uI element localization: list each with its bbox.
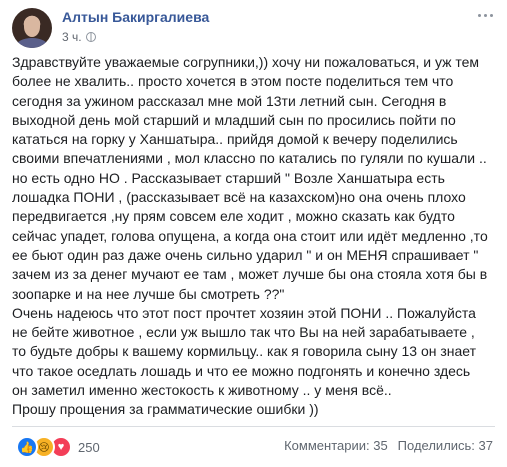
post-text-line: Прошу прощения за грамматические ошибки … [12, 401, 319, 418]
post-text-line: то будьте добры к вашему кормильцу.. как… [12, 343, 477, 360]
post-text-line: ее бьют один раз даже очень сильно удари… [12, 246, 479, 263]
post-text-line: кататься на горку у Ханшатыра.. прийдя д… [12, 131, 458, 148]
post-text: Здравствуйте уважаемые согрупники,)) хоч… [12, 53, 500, 420]
post-time[interactable]: 3 ч. [62, 30, 96, 44]
post-text-line: сейчас упадет, голова опущена, а когда о… [12, 227, 488, 244]
post-text-line: своими впечатлениями , мол классно по ка… [12, 150, 487, 167]
post-text-line: что такое оседлать лошадь и что ее можно… [12, 362, 471, 379]
post-text-line: зоопарке и на нее лучше бы смотреть ??" [12, 285, 285, 302]
globe-icon [85, 32, 96, 42]
post-text-line: более не хвалить.. просто хочется в этом… [12, 73, 454, 90]
post-text-line: передвигается ,ну прям совсем еле ходит … [12, 208, 455, 225]
divider [12, 426, 495, 427]
post-text-line: не бейте животное , если уж вышло так чт… [12, 324, 475, 341]
post-card: Алтын Бакиргалиева 3 ч. Здравствуйте ува… [0, 0, 507, 467]
avatar[interactable] [12, 8, 52, 48]
comments-count-link[interactable]: Комментарии: 35 [284, 438, 388, 453]
more-options-icon[interactable] [475, 8, 495, 22]
post-text-line: Здравствуйте уважаемые согрупники,)) хоч… [12, 54, 480, 70]
post-stats: Комментарии: 35 Поделились: 37 [284, 438, 493, 453]
author-name[interactable]: Алтын Бакиргалиева [62, 9, 209, 25]
reactions-summary[interactable]: 👍 😢 ♥ 250 [16, 436, 100, 458]
post-text-line: сегодня за ужином рассказал мне мой 13ти… [12, 92, 447, 109]
post-text-line: выходной день мой старший и младший сын … [12, 111, 456, 128]
post-text-line: зачем из за денег мучают ее там , может … [12, 266, 488, 283]
post-text-line: но есть одно НО . Рассказывает старший "… [12, 169, 445, 186]
post-text-line: он заметил именно жестокость к животному… [12, 382, 392, 399]
shares-count-link[interactable]: Поделились: 37 [398, 438, 493, 453]
like-reaction-icon: 👍 [16, 436, 38, 458]
reaction-count[interactable]: 250 [78, 440, 100, 455]
post-text-line: Очень надеюсь что этот пост прочтет хозя… [12, 304, 476, 321]
post-timestamp[interactable]: 3 ч. [62, 30, 82, 44]
post-text-line: лошадка ПОНИ , (рассказывает всё на каза… [12, 189, 466, 206]
